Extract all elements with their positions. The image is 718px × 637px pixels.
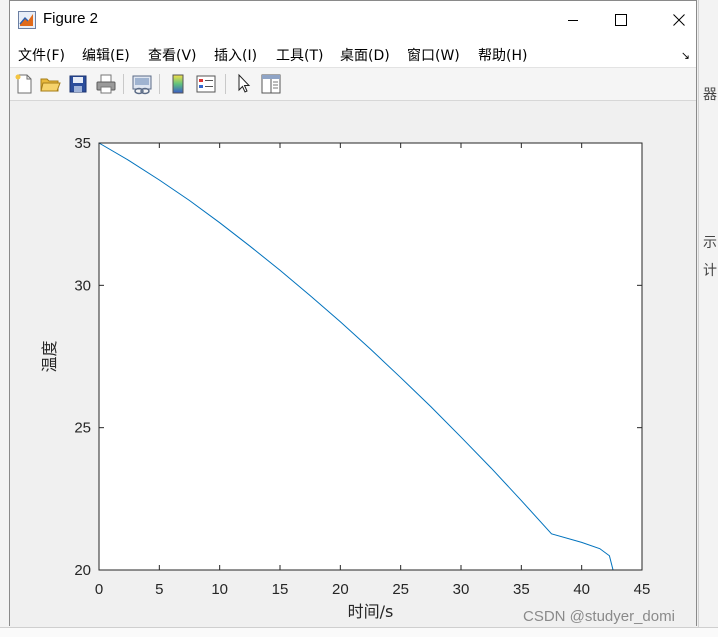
toolbar-separator (225, 74, 226, 94)
link-plot-icon (132, 75, 152, 95)
background-window-edge-right: 器 示 计 (698, 0, 718, 636)
matlab-figure-icon (18, 11, 36, 29)
edit-plot-button[interactable] (233, 73, 255, 95)
save-button[interactable] (67, 73, 89, 95)
x-tick-label: 5 (155, 581, 163, 598)
menu-help[interactable]: 帮助(H) (478, 45, 527, 65)
print-icon (96, 74, 116, 94)
title-bar[interactable]: Figure 2 (10, 1, 696, 39)
menu-edit[interactable]: 编辑(E) (82, 45, 130, 65)
save-icon (69, 75, 87, 93)
menu-view[interactable]: 查看(V) (148, 45, 197, 65)
plot-area (99, 143, 642, 570)
menu-overflow-arrow-icon[interactable]: ↘ (681, 49, 690, 62)
menu-bar: 文件(F) 编辑(E) 查看(V) 插入(I) 工具(T) 桌面(D) 窗口(W… (10, 39, 696, 68)
x-tick-label: 10 (211, 581, 228, 598)
figure-window: Figure 2 文件(F) 编辑(E) 查看(V) 插入(I) 工具(T) 桌… (9, 0, 697, 627)
y-tick-label: 20 (74, 562, 91, 579)
property-inspector-button[interactable] (260, 73, 282, 95)
new-figure-button[interactable] (13, 73, 35, 95)
x-tick-label: 20 (332, 581, 349, 598)
colorbar-icon (172, 74, 184, 94)
close-icon (673, 14, 685, 26)
minimize-button[interactable] (550, 1, 596, 39)
menu-tools[interactable]: 工具(T) (276, 45, 323, 65)
y-tick-label: 35 (74, 135, 91, 152)
legend-icon (196, 75, 216, 93)
figure-toolbar (10, 68, 696, 101)
maximize-icon (615, 14, 627, 26)
x-tick-label: 45 (634, 581, 651, 598)
x-tick-label: 25 (392, 581, 409, 598)
property-inspector-icon (261, 74, 281, 94)
maximize-button[interactable] (598, 1, 644, 39)
x-tick-label: 15 (272, 581, 289, 598)
background-glyph: 示 (703, 235, 717, 251)
figure-canvas: 0 5 10 15 20 25 30 35 40 45 20 25 30 35 时间/s 温度 (10, 101, 696, 627)
close-button[interactable] (656, 1, 702, 39)
minimize-icon (568, 20, 578, 21)
temperature-time-chart: 0 5 10 15 20 25 30 35 40 45 20 25 30 35 时间/s 温度 (40, 135, 651, 621)
background-glyph: 计 (703, 263, 717, 279)
x-tick-label: 40 (573, 581, 590, 598)
new-figure-icon (15, 74, 32, 94)
window-title: Figure 2 (43, 10, 99, 27)
toolbar-separator (159, 74, 160, 94)
insert-legend-button[interactable] (195, 73, 217, 95)
toolbar-separator (123, 74, 124, 94)
print-button[interactable] (95, 73, 117, 95)
csdn-watermark: CSDN @studyer_domi (523, 608, 675, 625)
menu-file[interactable]: 文件(F) (18, 45, 65, 65)
x-tick-label: 30 (453, 581, 470, 598)
insert-colorbar-button[interactable] (167, 73, 189, 95)
x-tick-label: 0 (95, 581, 103, 598)
y-tick-label: 30 (74, 277, 91, 294)
background-glyph: 器 (703, 87, 717, 103)
pointer-edit-icon (238, 73, 251, 93)
open-file-button[interactable] (39, 73, 61, 95)
menu-window[interactable]: 窗口(W) (407, 45, 460, 65)
menu-desktop[interactable]: 桌面(D) (340, 45, 390, 65)
link-plot-button[interactable] (131, 73, 153, 95)
y-tick-label: 25 (74, 420, 91, 437)
x-tick-label: 35 (513, 581, 530, 598)
menu-insert[interactable]: 插入(I) (214, 45, 257, 65)
open-file-icon (40, 78, 61, 92)
x-axis-label: 时间/s (348, 602, 394, 621)
y-axis-label: 温度 (40, 340, 59, 372)
